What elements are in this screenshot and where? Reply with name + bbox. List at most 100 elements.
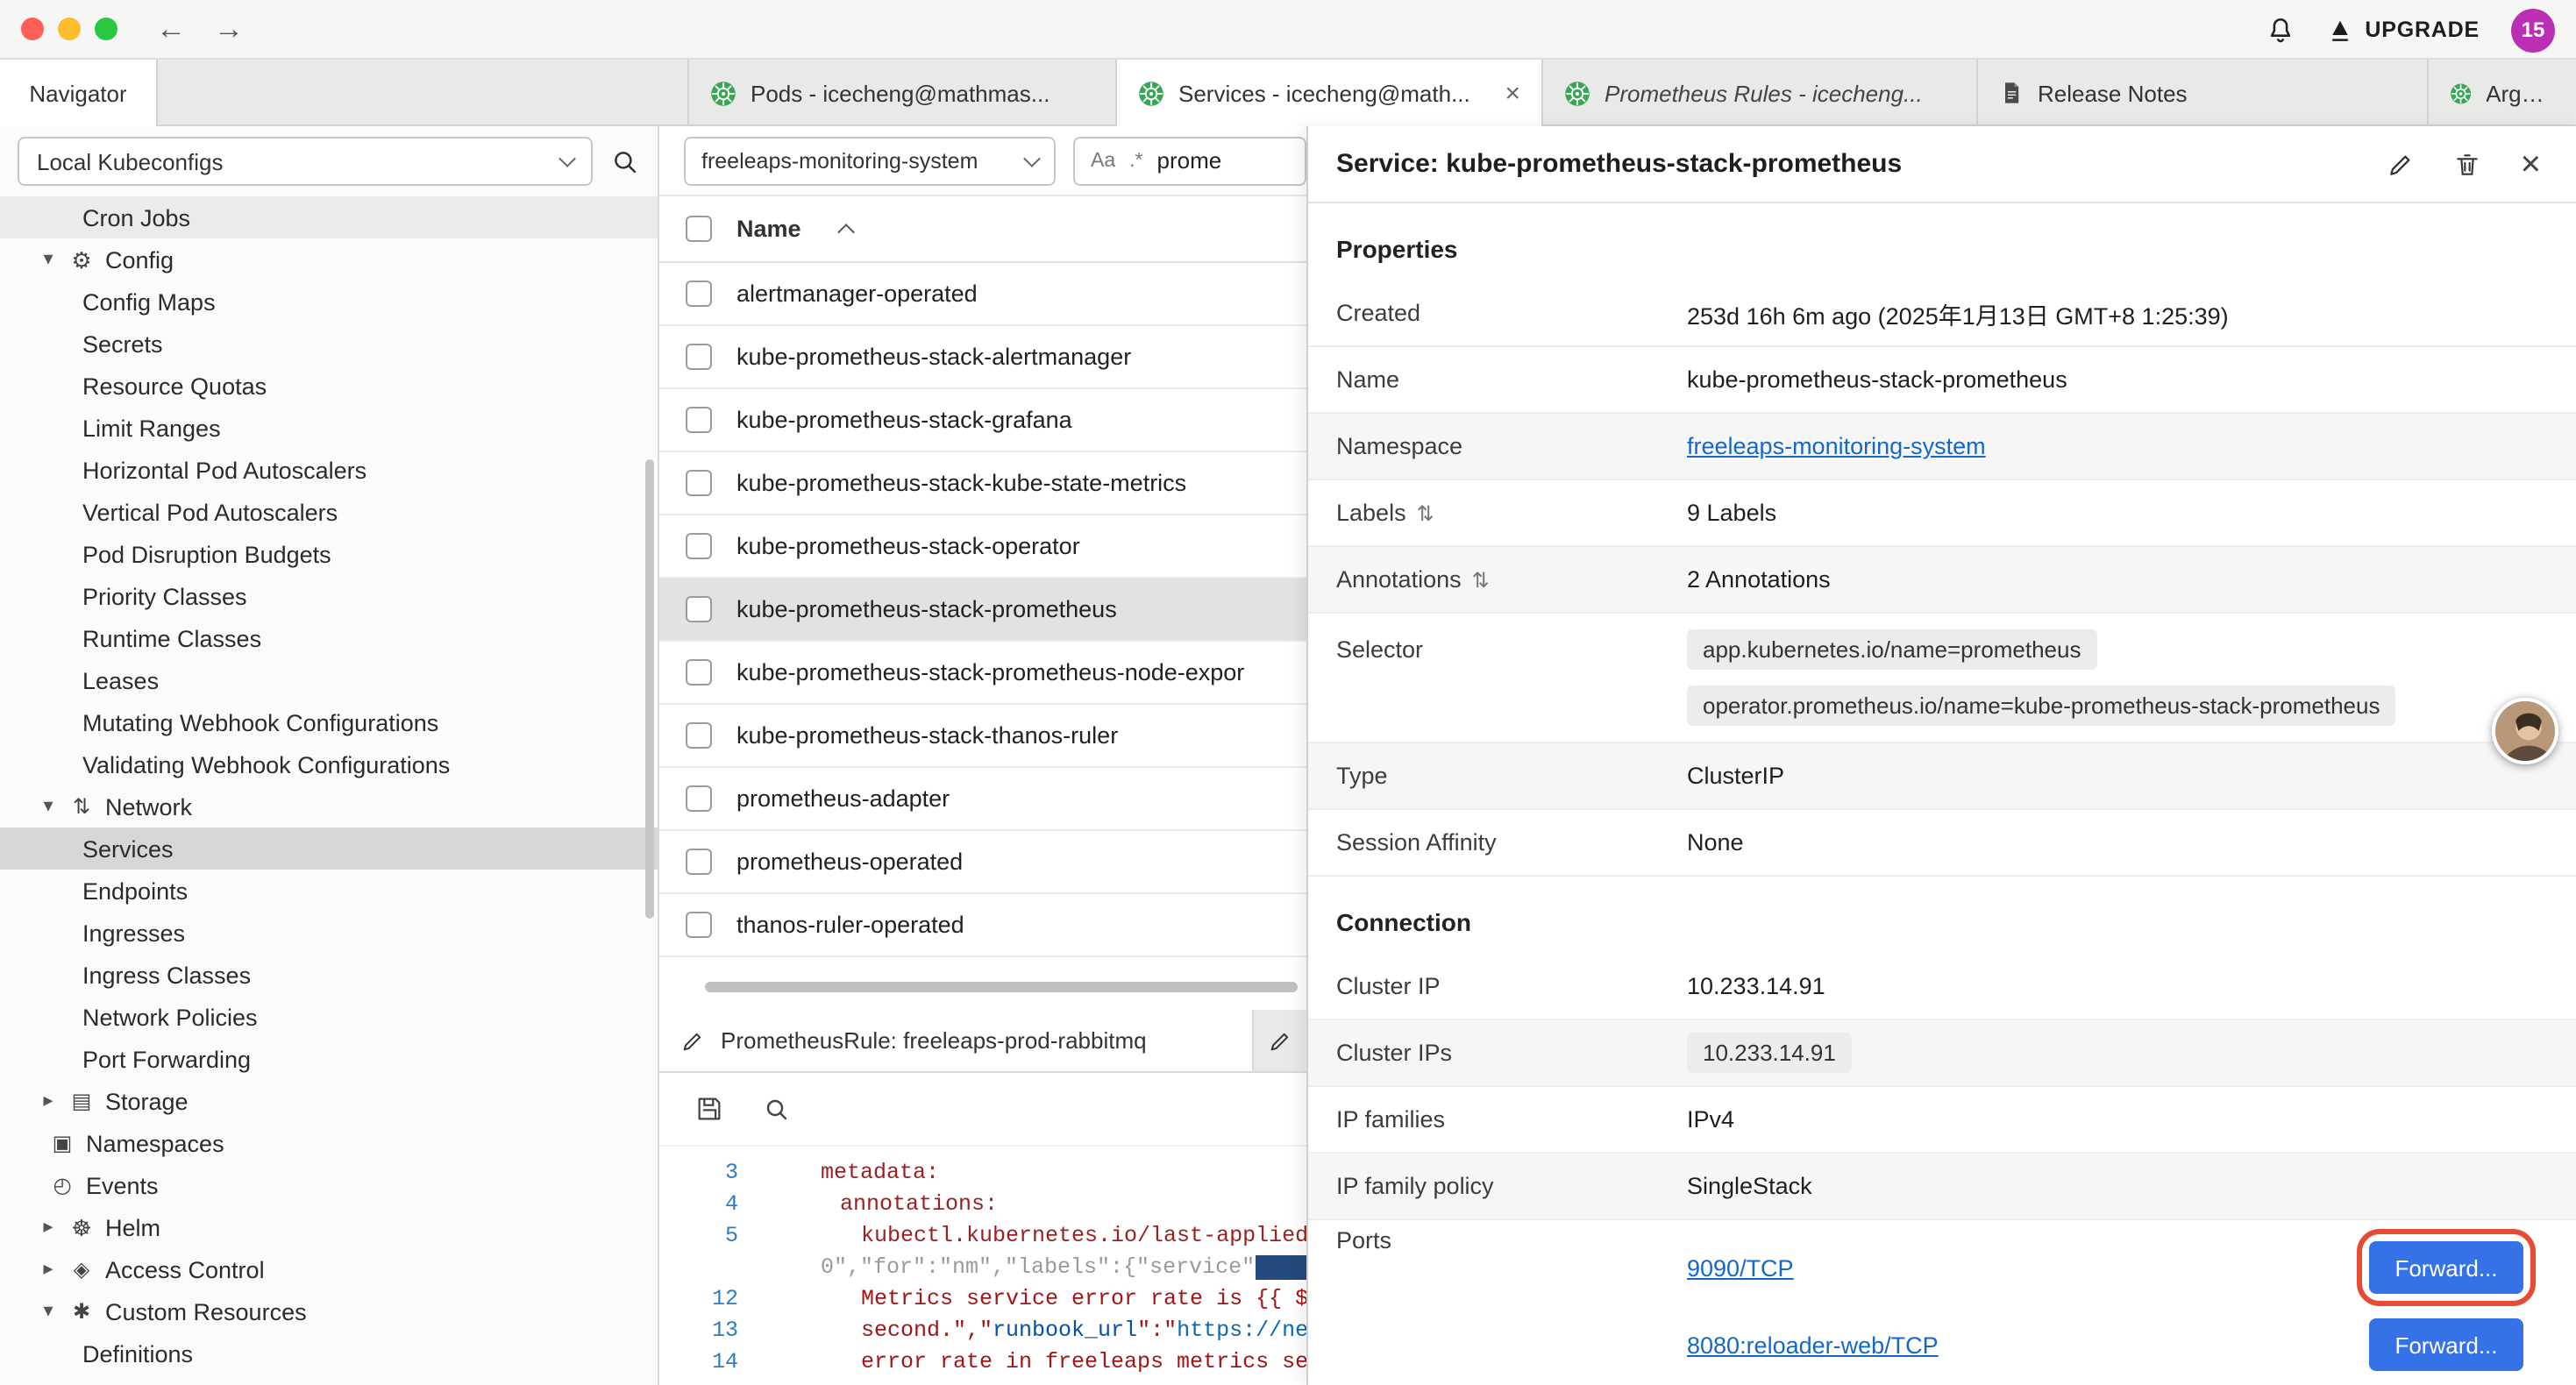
back-arrow-icon[interactable]: ← xyxy=(156,11,186,46)
service-row-kps-alertmanager[interactable]: kube-prometheus-stack-alertmanager xyxy=(659,326,1306,389)
sidebar-item-port-forwarding[interactable]: Port Forwarding xyxy=(0,1038,658,1080)
editor-tab-partial[interactable] xyxy=(1254,1010,1306,1071)
service-row-thanos-ruler-operated[interactable]: thanos-ruler-operated xyxy=(659,894,1306,957)
sidebar-item-mutating-webhook-configurations[interactable]: Mutating Webhook Configurations xyxy=(0,701,658,743)
service-row-prometheus-operated[interactable]: prometheus-operated xyxy=(659,831,1306,894)
service-row-kps-thanos-ruler[interactable]: kube-prometheus-stack-thanos-ruler xyxy=(659,705,1306,768)
row-checkbox[interactable] xyxy=(686,407,712,433)
row-checkbox[interactable] xyxy=(686,849,712,875)
upgrade-button[interactable]: UPGRADE xyxy=(2326,17,2480,43)
row-checkbox[interactable] xyxy=(686,344,712,370)
sidebar-group-network[interactable]: Network xyxy=(0,785,658,827)
sidebar-item-services[interactable]: Services xyxy=(0,827,658,870)
row-checkbox[interactable] xyxy=(686,470,712,496)
tab-release-notes[interactable]: Release Notes xyxy=(1978,60,2429,126)
delete-icon[interactable] xyxy=(2454,150,2482,178)
row-checkbox[interactable] xyxy=(686,912,712,938)
chevron-icon xyxy=(39,250,58,269)
regex-toggle[interactable]: .* xyxy=(1129,150,1142,171)
horizontal-scrollbar[interactable] xyxy=(705,982,1298,992)
user-avatar[interactable] xyxy=(2492,698,2558,764)
namespace-link[interactable]: freeleaps-monitoring-system xyxy=(1687,433,1986,459)
edit-icon[interactable] xyxy=(2387,150,2416,178)
row-checkbox[interactable] xyxy=(686,596,712,622)
selector-chip[interactable]: app.kubernetes.io/name=prometheus xyxy=(1687,629,2096,670)
close-drawer-icon[interactable]: × xyxy=(2521,146,2541,181)
sidebar-item-ingresses[interactable]: Ingresses xyxy=(0,912,658,954)
service-row-prometheus-adapter[interactable]: prometheus-adapter xyxy=(659,768,1306,831)
yaml-editor[interactable]: 3metadata: 4annotations: 5kubectl.kubern… xyxy=(659,1147,1306,1385)
row-checkbox[interactable] xyxy=(686,533,712,559)
service-row-alertmanager-operated[interactable]: alertmanager-operated xyxy=(659,263,1306,326)
select-all-checkbox[interactable] xyxy=(686,216,712,242)
cluster-ip-chip[interactable]: 10.233.14.91 xyxy=(1687,1033,1852,1073)
sidebar-item-network-policies[interactable]: Network Policies xyxy=(0,996,658,1038)
sidebar-group-access-control[interactable]: Access Control xyxy=(0,1248,658,1290)
property-row-ip-family-policy: IP family policy SingleStack xyxy=(1308,1154,2576,1220)
forward-button-8080[interactable]: Forward... xyxy=(2369,1318,2523,1371)
port-9090-link[interactable]: 9090/TCP xyxy=(1687,1254,1794,1281)
sidebar-item-priority-classes[interactable]: Priority Classes xyxy=(0,575,658,617)
sort-ascending-icon[interactable] xyxy=(837,224,855,241)
minimize-window-button[interactable] xyxy=(58,18,81,40)
service-row-kps-prometheus-node-exporter[interactable]: kube-prometheus-stack-prometheus-node-ex… xyxy=(659,642,1306,705)
notification-bell-icon[interactable] xyxy=(2265,15,2295,45)
save-icon[interactable] xyxy=(694,1094,724,1124)
tab-services[interactable]: Services - icecheng@math... × xyxy=(1117,60,1543,128)
sidebar-item-leases[interactable]: Leases xyxy=(0,659,658,701)
sidebar-item-namespaces[interactable]: Namespaces xyxy=(0,1122,658,1164)
service-row-kps-operator[interactable]: kube-prometheus-stack-operator xyxy=(659,515,1306,579)
sidebar-item-ingress-classes[interactable]: Ingress Classes xyxy=(0,954,658,996)
editor-tab-prometheusrule[interactable]: PrometheusRule: freeleaps-prod-rabbitmq xyxy=(659,1010,1254,1071)
sidebar-item-limit-ranges[interactable]: Limit Ranges xyxy=(0,407,658,449)
sidebar-item-resource-quotas[interactable]: Resource Quotas xyxy=(0,365,658,407)
sidebar-item-vertical-pod-autoscalers[interactable]: Vertical Pod Autoscalers xyxy=(0,491,658,533)
close-tab-icon[interactable]: × xyxy=(1505,79,1520,109)
tree-item-icon xyxy=(68,1216,95,1239)
expand-toggle-icon[interactable]: ⇅ xyxy=(1472,567,1490,592)
notification-count-badge[interactable]: 15 xyxy=(2511,8,2555,52)
service-row-kps-prometheus[interactable]: kube-prometheus-stack-prometheus xyxy=(659,579,1306,642)
name-column-header[interactable]: Name xyxy=(737,216,801,242)
sidebar-item-cron-jobs[interactable]: Cron Jobs xyxy=(0,196,658,238)
row-checkbox[interactable] xyxy=(686,281,712,307)
sidebar-group-config[interactable]: Config xyxy=(0,238,658,281)
navigator-search-icon[interactable] xyxy=(610,146,640,176)
sidebar-group-helm[interactable]: Helm xyxy=(0,1206,658,1248)
tab-prometheus-rules[interactable]: Prometheus Rules - icecheng... xyxy=(1543,60,1978,126)
port-8080-link[interactable]: 8080:reloader-web/TCP xyxy=(1687,1332,1939,1358)
maximize-window-button[interactable] xyxy=(95,18,117,40)
forward-arrow-icon[interactable]: → xyxy=(214,11,244,46)
code-line: 14error rate in freeleaps metrics ser xyxy=(659,1346,1306,1378)
sidebar-item-validating-webhook-configurations[interactable]: Validating Webhook Configurations xyxy=(0,743,658,785)
service-row-kps-kube-state-metrics[interactable]: kube-prometheus-stack-kube-state-metrics xyxy=(659,452,1306,515)
row-checkbox[interactable] xyxy=(686,659,712,685)
chevron-icon xyxy=(39,1091,58,1111)
sidebar-item-runtime-classes[interactable]: Runtime Classes xyxy=(0,617,658,659)
tab-navigator[interactable]: Navigator xyxy=(0,60,158,128)
editor-search-icon[interactable] xyxy=(763,1095,791,1123)
sidebar-group-storage[interactable]: Storage xyxy=(0,1080,658,1122)
sidebar-item-endpoints[interactable]: Endpoints xyxy=(0,870,658,912)
close-window-button[interactable] xyxy=(21,18,44,40)
expand-toggle-icon[interactable]: ⇅ xyxy=(1417,501,1434,525)
sidebar-item-pod-disruption-budgets[interactable]: Pod Disruption Budgets xyxy=(0,533,658,575)
namespace-dropdown[interactable]: freeleaps-monitoring-system xyxy=(684,136,1056,185)
row-checkbox[interactable] xyxy=(686,722,712,749)
service-search-input[interactable] xyxy=(1157,147,1280,174)
tab-argo[interactable]: Argo Se xyxy=(2429,60,2576,126)
match-case-toggle[interactable]: Aa xyxy=(1091,150,1115,171)
kubeconfig-source-dropdown[interactable]: Local Kubeconfigs xyxy=(18,137,593,186)
sidebar-item-secrets[interactable]: Secrets xyxy=(0,323,658,365)
forward-button-9090[interactable]: Forward... xyxy=(2369,1241,2523,1294)
sidebar-item-config-maps[interactable]: Config Maps xyxy=(0,281,658,323)
sidebar-group-custom-resources[interactable]: Custom Resources xyxy=(0,1290,658,1332)
service-row-kps-grafana[interactable]: kube-prometheus-stack-grafana xyxy=(659,389,1306,452)
tab-pods[interactable]: Pods - icecheng@mathmas... xyxy=(689,60,1117,126)
sidebar-item-events[interactable]: Events xyxy=(0,1164,658,1206)
row-checkbox[interactable] xyxy=(686,785,712,812)
sidebar-item-horizontal-pod-autoscalers[interactable]: Horizontal Pod Autoscalers xyxy=(0,449,658,491)
navigator-scrollbar[interactable] xyxy=(645,459,654,919)
selector-chip[interactable]: operator.prometheus.io/name=kube-prometh… xyxy=(1687,685,2396,726)
sidebar-item-definitions[interactable]: Definitions xyxy=(0,1332,658,1374)
